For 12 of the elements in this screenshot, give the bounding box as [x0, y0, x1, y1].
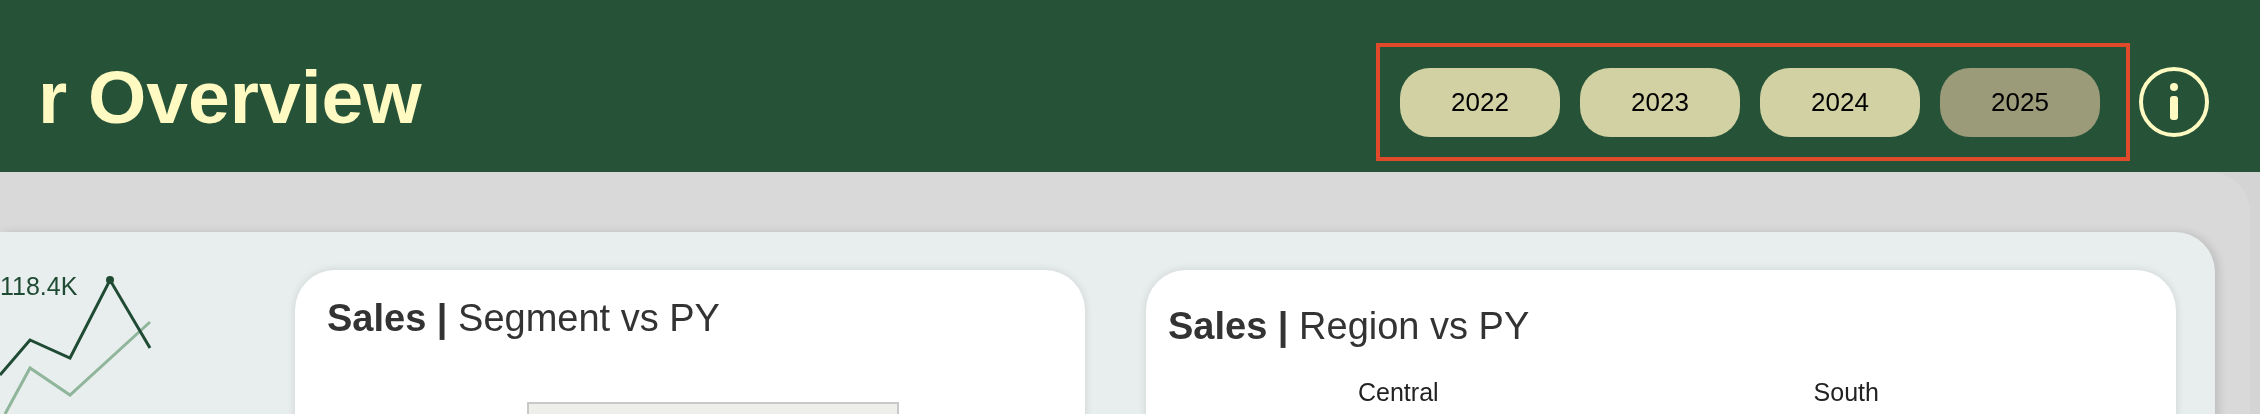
card-title: Sales | Segment vs PY [327, 297, 720, 340]
year-button[interactable]: 2023 [1580, 68, 1740, 137]
region-label: South [1813, 378, 1879, 407]
dashboard-title: r Overview [37, 54, 422, 140]
year-button[interactable]: 2025 [1940, 68, 2100, 137]
info-icon[interactable] [2138, 66, 2210, 138]
card-title: Sales | Region vs PY [1168, 305, 1530, 348]
trend-value: 118.4K [0, 272, 78, 301]
peak-point [106, 276, 114, 284]
year-button[interactable]: 2024 [1760, 68, 1920, 137]
region-label: Central [1358, 378, 1439, 407]
year-button[interactable]: 2022 [1400, 68, 1560, 137]
